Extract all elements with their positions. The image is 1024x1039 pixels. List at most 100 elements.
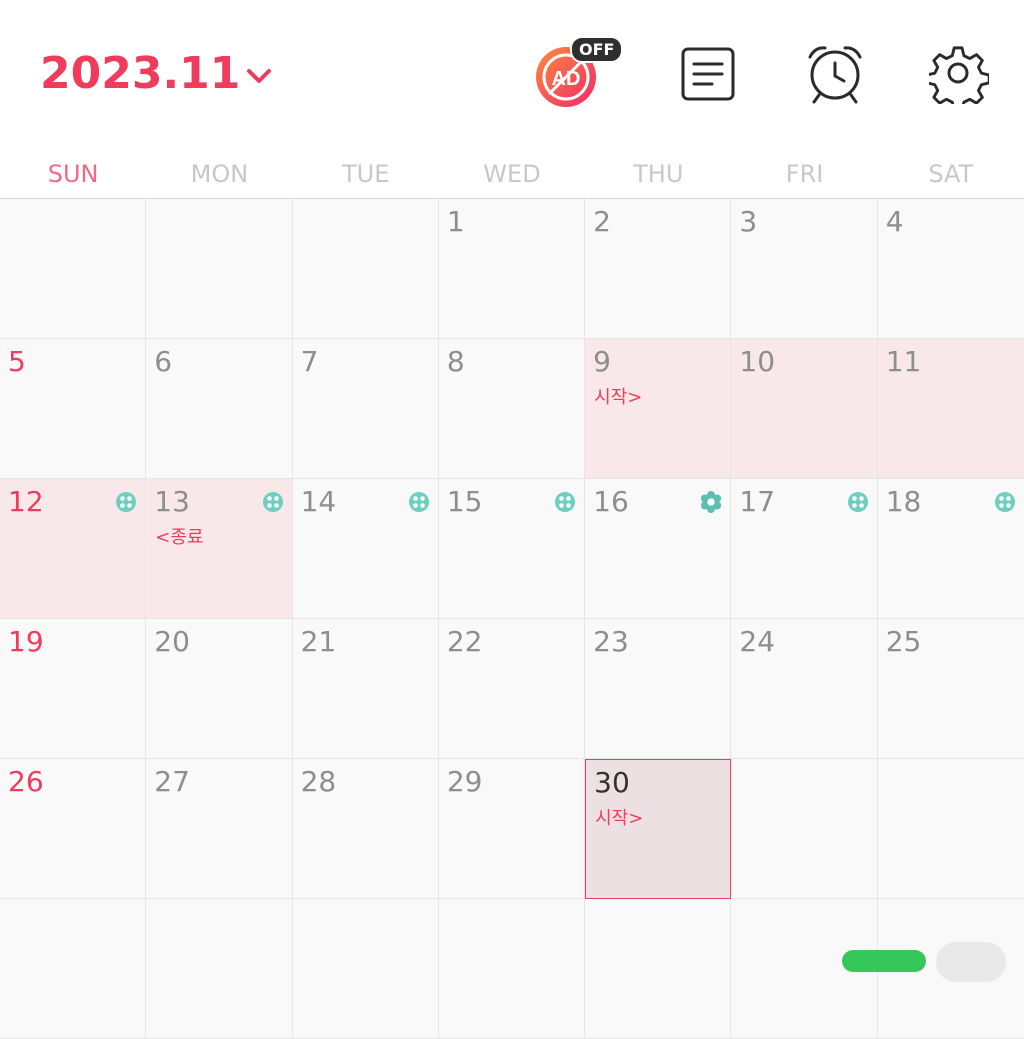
day-number: 24 [739, 625, 776, 658]
settings-button[interactable] [921, 36, 997, 112]
day-number: 27 [154, 765, 190, 798]
weekday-header: SUN MON TUE WED THU FRI SAT [0, 150, 1024, 198]
day-cell[interactable]: 25 [877, 619, 1024, 759]
empty-day-cell [731, 759, 878, 899]
day-cell[interactable]: 23 [585, 619, 732, 759]
fertile-icon [115, 491, 137, 513]
empty-day-cell [585, 899, 732, 1039]
fertile-icon [408, 491, 430, 513]
day-cell[interactable]: 20 [146, 619, 293, 759]
day-cell[interactable]: 4 [877, 199, 1024, 339]
weekday-tue: TUE [342, 160, 390, 188]
period-note: 시작> [594, 387, 643, 408]
day-cell[interactable]: 19 [0, 619, 147, 759]
day-cell[interactable]: 18 [877, 479, 1024, 619]
month-selector[interactable]: 2023.11 [40, 48, 272, 99]
weekday-sat: SAT [928, 160, 974, 188]
day-cell[interactable]: 3 [731, 199, 878, 339]
day-cell[interactable]: 12 [0, 479, 147, 619]
day-number: 8 [446, 345, 465, 378]
day-cell[interactable]: 26 [0, 759, 147, 899]
day-cell[interactable]: 27 [146, 759, 293, 899]
day-cell[interactable]: 6 [146, 339, 293, 479]
day-number: 4 [885, 205, 904, 238]
day-cell[interactable]: 17 [731, 479, 878, 619]
day-number: 10 [739, 345, 776, 378]
day-cell[interactable]: 2 [585, 199, 732, 339]
day-cell[interactable]: 5 [0, 339, 147, 479]
day-number: 19 [8, 625, 44, 658]
day-cell[interactable]: 15 [438, 479, 586, 619]
day-number: 28 [300, 765, 337, 798]
alarm-clock-icon [808, 46, 862, 104]
fertile-icon [847, 491, 869, 513]
day-cell[interactable]: 7 [292, 339, 439, 479]
period-note: 시작> [595, 808, 644, 829]
day-number: 11 [885, 345, 922, 378]
day-number: 2 [593, 205, 611, 238]
day-cell[interactable]: 8 [438, 339, 586, 479]
calendar-grid: 1 2 3 4 5 6 7 8 9 시작> 10 11 12 13 <종료 14 15 16 17 18 19 20 21 2… [0, 198, 1024, 1039]
weekday-wed: WED [483, 160, 541, 188]
note-icon [681, 47, 735, 101]
chevron-down-icon [247, 68, 272, 83]
empty-day-cell [0, 899, 147, 1039]
day-number: 13 [154, 485, 190, 518]
day-cell[interactable]: 10 [731, 339, 878, 479]
day-cell[interactable]: 21 [292, 619, 439, 759]
day-number: 5 [8, 345, 26, 378]
day-number: 25 [885, 625, 922, 658]
svg-text:AD: AD [552, 68, 581, 90]
day-cell[interactable]: 22 [438, 619, 586, 759]
gear-icon [929, 46, 989, 104]
day-number: 6 [154, 345, 173, 378]
day-number: 9 [593, 345, 611, 378]
ad-off-button[interactable]: AD OFF [528, 36, 624, 112]
weekday-thu: THU [633, 160, 684, 188]
day-cell[interactable]: 16 [585, 479, 732, 619]
fertile-icon [554, 491, 576, 513]
day-number: 14 [300, 485, 337, 518]
day-cell[interactable]: 30 시작> [585, 759, 732, 899]
day-number: 7 [300, 345, 319, 378]
memo-button[interactable] [670, 36, 746, 112]
day-cell[interactable]: 9 시작> [585, 339, 732, 479]
day-number: 16 [593, 485, 629, 518]
day-cell[interactable]: 28 [292, 759, 439, 899]
ovulation-icon [700, 491, 722, 513]
empty-day-cell [438, 899, 586, 1039]
day-number: 22 [446, 625, 483, 658]
day-number: 15 [446, 485, 483, 518]
day-cell[interactable]: 1 [438, 199, 586, 339]
weekday-fri: FRI [785, 160, 824, 188]
day-cell[interactable]: 14 [292, 479, 439, 619]
weekday-mon: MON [190, 160, 249, 188]
day-cell[interactable]: 13 <종료 [146, 479, 293, 619]
day-number: 30 [594, 766, 630, 799]
day-cell[interactable]: 24 [731, 619, 878, 759]
day-number: 21 [300, 625, 337, 658]
day-cell[interactable]: 29 [438, 759, 586, 899]
day-number: 1 [446, 205, 465, 238]
header: 2023.11 AD OFF [0, 0, 1024, 150]
empty-day-cell [146, 899, 293, 1039]
fertile-icon [262, 491, 284, 513]
empty-day-cell [292, 199, 439, 339]
fertile-icon [994, 491, 1016, 513]
day-number: 12 [8, 485, 44, 518]
day-number: 26 [8, 765, 44, 798]
day-number: 23 [593, 625, 629, 658]
ad-off-badge: OFF [570, 36, 624, 63]
period-note: <종료 [155, 527, 204, 548]
day-cell[interactable]: 11 [877, 339, 1024, 479]
alarm-button[interactable] [797, 36, 873, 112]
empty-day-cell [146, 199, 293, 339]
day-number: 3 [739, 205, 758, 238]
month-label: 2023.11 [40, 48, 241, 99]
floating-button[interactable] [936, 942, 1006, 982]
day-number: 20 [154, 625, 190, 658]
status-badge[interactable] [842, 950, 926, 972]
empty-day-cell [877, 759, 1024, 899]
day-number: 17 [739, 485, 776, 518]
empty-day-cell [292, 899, 439, 1039]
